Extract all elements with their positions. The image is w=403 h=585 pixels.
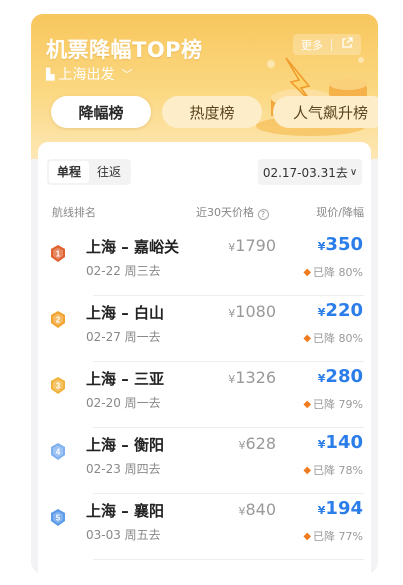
current-price: ¥140 xyxy=(317,432,363,453)
current-price: ¥350 xyxy=(317,234,363,255)
price-drop: ◆ 已降 80% xyxy=(303,266,363,279)
hero-banner: 机票降幅TOP榜 ▙ 上海出发 ﹀ 更多 xyxy=(31,14,378,159)
table-row[interactable]: 3 上海 – 三亚 02-20 周一去 ¥1326 ¥280 ◆ 已降 79% xyxy=(38,362,371,428)
date-range: 02.17-03.31去 xyxy=(262,165,348,180)
page-title: 机票降幅TOP榜 xyxy=(46,38,203,62)
down-arrow-icon: ◆ xyxy=(303,530,312,542)
column-route: 航线排名 xyxy=(52,206,96,219)
down-arrow-icon: ◆ xyxy=(303,332,312,344)
reference-price: ¥1080 xyxy=(228,302,276,321)
flight-date: 02-20 周一去 xyxy=(86,396,161,410)
divider xyxy=(93,559,364,560)
route-name: 上海 – 三亚 xyxy=(86,370,164,388)
column-current-price: 现价/降幅 xyxy=(316,206,364,219)
route-name: 上海 – 衡阳 xyxy=(86,436,164,454)
chevron-down-icon: ∨ xyxy=(349,166,358,178)
svg-text:4: 4 xyxy=(56,448,61,457)
down-arrow-icon: ◆ xyxy=(303,464,312,476)
rank-medal-icon: 2 xyxy=(51,311,65,328)
price-drop: ◆ 已降 78% xyxy=(303,464,363,477)
round-trip-option[interactable]: 往返 xyxy=(89,161,129,183)
ranking-panel: 单程 往返 02.17-03.31去 ∨ 航线排名 近30天价格 ? 现价/降幅… xyxy=(38,142,371,574)
table-row[interactable]: 4 上海 – 衡阳 02-23 周四去 ¥628 ¥140 ◆ 已降 78% xyxy=(38,428,371,494)
rank-medal-icon: 3 xyxy=(51,377,65,394)
one-way-option[interactable]: 单程 xyxy=(49,161,89,183)
ranking-card: 机票降幅TOP榜 ▙ 上海出发 ﹀ 更多 降幅榜 热度榜 人气飙升榜 单程 往返… xyxy=(31,14,378,574)
tab-popular-ranking[interactable]: 热度榜 xyxy=(162,96,262,128)
rank-medal-icon: 1 xyxy=(51,245,65,262)
flight-date: 02-22 周三去 xyxy=(86,264,161,278)
reference-price: ¥1790 xyxy=(228,236,276,255)
reference-price: ¥1326 xyxy=(228,368,276,387)
route-name: 上海 – 白山 xyxy=(86,304,164,322)
info-icon[interactable]: ? xyxy=(257,209,269,220)
rank-medal-icon: 5 xyxy=(51,509,65,526)
departure-city: 上海出发 xyxy=(58,67,115,83)
table-header: 航线排名 近30天价格 ? 现价/降幅 xyxy=(38,204,371,222)
departure-city-selector[interactable]: ▙ 上海出发 ﹀ xyxy=(46,64,132,84)
svg-text:5: 5 xyxy=(56,514,61,523)
trip-type-toggle: 单程 往返 xyxy=(47,159,131,185)
down-arrow-icon: ◆ xyxy=(303,266,312,278)
route-name: 上海 – 嘉峪关 xyxy=(86,238,179,256)
reference-price: ¥840 xyxy=(238,500,276,519)
down-arrow-icon: ◆ xyxy=(303,398,312,410)
price-drop: ◆ 已降 77% xyxy=(303,530,363,543)
svg-text:1: 1 xyxy=(56,250,61,259)
rank-medal-icon: 4 xyxy=(51,443,65,460)
current-price: ¥280 xyxy=(317,366,363,387)
building-icon: ▙ xyxy=(46,67,55,81)
date-range-selector[interactable]: 02.17-03.31去 ∨ xyxy=(258,159,362,185)
current-price: ¥194 xyxy=(317,498,363,519)
flight-date: 02-27 周一去 xyxy=(86,330,161,344)
reference-price: ¥628 xyxy=(238,434,276,453)
flight-date: 03-03 周五去 xyxy=(86,528,161,542)
table-row[interactable]: 5 上海 – 襄阳 03-03 周五去 ¥840 ¥194 ◆ 已降 77% xyxy=(38,494,371,560)
ranking-tabs: 降幅榜 热度榜 人气飙升榜 xyxy=(31,96,378,128)
price-drop: ◆ 已降 79% xyxy=(303,398,363,411)
column-avg-price[interactable]: 近30天价格 ? xyxy=(196,204,269,220)
tab-drop-ranking[interactable]: 降幅榜 xyxy=(51,96,151,128)
svg-text:3: 3 xyxy=(56,382,61,391)
flight-date: 02-23 周四去 xyxy=(86,462,161,476)
price-drop: ◆ 已降 80% xyxy=(303,332,363,345)
route-name: 上海 – 襄阳 xyxy=(86,502,164,520)
svg-text:2: 2 xyxy=(56,316,61,325)
chevron-down-icon: ﹀ xyxy=(121,68,133,81)
table-row[interactable]: 2 上海 – 白山 02-27 周一去 ¥1080 ¥220 ◆ 已降 80% xyxy=(38,296,371,362)
current-price: ¥220 xyxy=(317,300,363,321)
table-row[interactable]: 1 上海 – 嘉峪关 02-22 周三去 ¥1790 ¥350 ◆ 已降 80% xyxy=(38,230,371,296)
tab-trending-ranking[interactable]: 人气飙升榜 xyxy=(273,96,378,128)
